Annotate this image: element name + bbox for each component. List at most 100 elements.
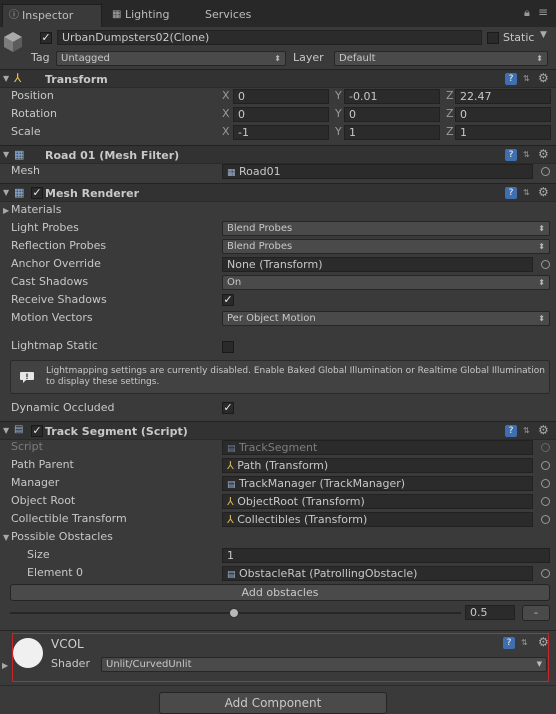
cast-shadows-value: On: [227, 277, 242, 288]
presets-icon[interactable]: ⇅: [521, 638, 528, 647]
rotation-x-field[interactable]: 0: [233, 107, 329, 122]
static-checkbox[interactable]: [487, 32, 499, 44]
scale-x-axis[interactable]: X: [222, 125, 230, 139]
object-picker-icon[interactable]: [541, 461, 550, 470]
position-y-field[interactable]: -0.01: [344, 89, 440, 104]
transform-axes-icon: ⅄: [227, 459, 234, 472]
foldout-expanded-icon[interactable]: ▼: [3, 150, 9, 159]
collectible-transform-value: Collectibles (Transform): [237, 513, 368, 526]
lightmap-static-checkbox[interactable]: [222, 341, 234, 353]
reflection-probes-dropdown[interactable]: Blend Probes ⬍: [222, 239, 550, 254]
tab-menu-icon[interactable]: ≡: [538, 5, 548, 19]
scale-x-field[interactable]: -1: [233, 125, 329, 140]
layer-dropdown[interactable]: Default ⬍: [334, 51, 548, 66]
cast-shadows-label: Cast Shadows: [11, 275, 89, 288]
presets-icon[interactable]: ⇅: [523, 188, 530, 197]
gear-icon[interactable]: ⚙: [538, 185, 549, 199]
help-icon[interactable]: ?: [505, 73, 517, 85]
track-segment-header[interactable]: ▼ ▤ ✓ Track Segment (Script) ? ⇅ ⚙: [0, 421, 556, 440]
scale-z-field[interactable]: 1: [455, 125, 551, 140]
tab-inspector-label: Inspector: [22, 9, 74, 22]
object-picker-icon[interactable]: [541, 497, 550, 506]
lighting-icon: ▦: [112, 9, 122, 20]
object-root-field[interactable]: ⅄ ObjectRoot (Transform): [222, 494, 533, 509]
scale-y-field[interactable]: 1: [344, 125, 440, 140]
object-name-field[interactable]: UrbanDumpsters02(Clone): [57, 30, 482, 45]
object-picker-icon[interactable]: [541, 569, 550, 578]
position-x-field[interactable]: 0: [233, 89, 329, 104]
collectible-transform-field[interactable]: ⅄ Collectibles (Transform): [222, 512, 533, 527]
mesh-renderer-enabled-checkbox[interactable]: ✓: [31, 187, 43, 199]
mesh-object-field[interactable]: ▦ Road01: [222, 164, 533, 179]
rotation-x-axis[interactable]: X: [222, 107, 230, 121]
position-y-axis[interactable]: Y: [335, 89, 342, 103]
rotation-z-field[interactable]: 0: [455, 107, 551, 122]
anchor-override-field[interactable]: None (Transform): [222, 257, 533, 272]
rotation-z-axis[interactable]: Z: [446, 107, 454, 121]
static-dropdown-icon[interactable]: ▼: [540, 30, 547, 40]
rotation-y-axis[interactable]: Y: [335, 107, 342, 121]
possible-obstacles-foldout-icon[interactable]: ▼: [3, 533, 9, 542]
add-obstacles-button[interactable]: Add obstacles: [10, 584, 550, 601]
position-z-field[interactable]: 22.47: [455, 89, 551, 104]
path-parent-field[interactable]: ⅄ Path (Transform): [222, 458, 533, 473]
object-picker-icon[interactable]: [541, 479, 550, 488]
materials-label[interactable]: Materials: [11, 203, 61, 217]
motion-vectors-label: Motion Vectors: [11, 311, 93, 324]
gear-icon[interactable]: ⚙: [538, 423, 549, 437]
gear-icon[interactable]: ⚙: [538, 147, 549, 161]
scale-y-axis[interactable]: Y: [335, 125, 342, 139]
gear-icon[interactable]: ⚙: [538, 635, 549, 649]
position-z-axis[interactable]: Z: [446, 89, 454, 103]
scale-z-axis[interactable]: Z: [446, 125, 454, 139]
lightmapping-info-box: Lightmapping settings are currently disa…: [10, 360, 550, 394]
track-segment-enabled-checkbox[interactable]: ✓: [31, 425, 43, 437]
light-probes-dropdown[interactable]: Blend Probes ⬍: [222, 221, 550, 236]
lock-icon[interactable]: 🔒︎: [524, 6, 530, 20]
tab-inspector[interactable]: ⓘ Inspector: [2, 4, 102, 27]
mesh-renderer-icon: ▦: [14, 186, 25, 199]
shader-dropdown[interactable]: Unlit/CurvedUnlit ▼: [101, 657, 547, 672]
possible-obstacles-label[interactable]: Possible Obstacles: [11, 530, 113, 544]
object-picker-icon[interactable]: [541, 260, 550, 269]
position-x-axis[interactable]: X: [222, 89, 230, 103]
rotation-y-field[interactable]: 0: [344, 107, 440, 122]
presets-icon[interactable]: ⇅: [523, 426, 530, 435]
anchor-override-label: Anchor Override: [11, 257, 101, 270]
mesh-filter-header[interactable]: ▼ ▦ Road 01 (Mesh Filter) ? ⇅ ⚙: [0, 145, 556, 164]
object-picker-icon[interactable]: [541, 515, 550, 524]
foldout-expanded-icon[interactable]: ▼: [3, 188, 9, 197]
presets-icon[interactable]: ⇅: [523, 150, 530, 159]
foldout-expanded-icon[interactable]: ▼: [3, 74, 9, 83]
help-icon[interactable]: ?: [505, 425, 517, 437]
transform-header[interactable]: ▼ ⅄ Transform ? ⇅ ⚙: [0, 69, 556, 88]
receive-shadows-checkbox[interactable]: ✓: [222, 294, 234, 306]
help-icon[interactable]: ?: [503, 637, 515, 649]
gear-icon[interactable]: ⚙: [538, 71, 549, 85]
element-0-field[interactable]: ▤ ObstacleRat (PatrollingObstacle): [222, 566, 533, 581]
add-component-button[interactable]: Add Component: [159, 692, 387, 714]
reflection-probes-label: Reflection Probes: [11, 239, 107, 252]
mesh-renderer-header[interactable]: ▼ ▦ ✓ Mesh Renderer ? ⇅ ⚙: [0, 183, 556, 202]
path-parent-value: Path (Transform): [237, 459, 329, 472]
mesh-label: Mesh: [11, 164, 40, 177]
slider-value-field[interactable]: 0.5: [465, 605, 515, 620]
active-checkbox[interactable]: ✓: [40, 32, 52, 44]
help-icon[interactable]: ?: [505, 149, 517, 161]
tag-dropdown[interactable]: Untagged ⬍: [56, 51, 286, 66]
object-picker-icon[interactable]: [541, 167, 550, 176]
remove-button[interactable]: -: [522, 605, 550, 621]
tab-services[interactable]: Services: [198, 4, 278, 27]
dynamic-occluded-checkbox[interactable]: ✓: [222, 402, 234, 414]
materials-foldout-icon[interactable]: ▶: [3, 206, 9, 215]
presets-icon[interactable]: ⇅: [523, 74, 530, 83]
manager-field[interactable]: ▤ TrackManager (TrackManager): [222, 476, 533, 491]
help-icon[interactable]: ?: [505, 187, 517, 199]
slider-thumb[interactable]: [229, 608, 239, 618]
material-foldout-icon[interactable]: ▶: [2, 661, 8, 670]
size-field[interactable]: 1: [222, 548, 550, 563]
cast-shadows-dropdown[interactable]: On ⬍: [222, 275, 550, 290]
motion-vectors-dropdown[interactable]: Per Object Motion ⬍: [222, 311, 550, 326]
tab-lighting[interactable]: ▦ Lighting: [106, 4, 196, 27]
foldout-expanded-icon[interactable]: ▼: [3, 426, 9, 435]
